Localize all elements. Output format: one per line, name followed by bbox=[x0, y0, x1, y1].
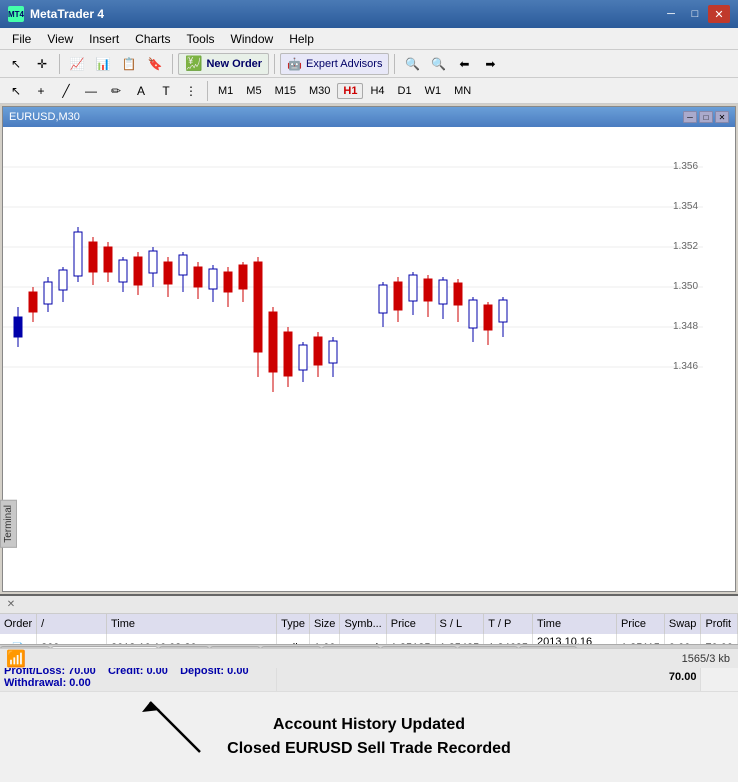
app-title: MetaTrader 4 bbox=[30, 7, 104, 21]
col-tp[interactable]: T / P bbox=[484, 614, 533, 634]
svg-text:1.350: 1.350 bbox=[673, 281, 698, 292]
period-m5[interactable]: M5 bbox=[240, 83, 267, 99]
period-d1[interactable]: D1 bbox=[392, 83, 418, 99]
expert-advisors-button[interactable]: 🤖 Expert Advisors bbox=[280, 53, 389, 75]
period-h4[interactable]: H4 bbox=[364, 83, 390, 99]
terminal-close-button[interactable]: ✕ bbox=[4, 598, 18, 612]
close-button[interactable]: ✕ bbox=[708, 5, 730, 23]
zoom-in-icon[interactable]: 🔍 bbox=[400, 53, 424, 75]
svg-text:1.346: 1.346 bbox=[673, 361, 698, 372]
col-profit[interactable]: Profit bbox=[701, 614, 738, 634]
candlestick-chart: 1.356 1.354 1.352 1.350 1.348 1.346 bbox=[3, 127, 703, 395]
col-size[interactable]: Size bbox=[310, 614, 340, 634]
menu-tools[interactable]: Tools bbox=[179, 30, 223, 48]
period-m15[interactable]: M15 bbox=[269, 83, 302, 99]
menu-file[interactable]: File bbox=[4, 30, 39, 48]
chart-symbol: EURUSD,M30 bbox=[9, 111, 80, 123]
col-symbol[interactable]: Symb... bbox=[340, 614, 386, 634]
menu-view[interactable]: View bbox=[39, 30, 81, 48]
draw-toolbar: ↖ + ╱ — ✏ A T ⋮ M1 M5 M15 M30 H1 H4 D1 W… bbox=[0, 78, 738, 104]
chart-minimize-button[interactable]: ─ bbox=[683, 111, 697, 123]
status-indicator: 📶 bbox=[0, 649, 32, 669]
chart-inner-titlebar: EURUSD,M30 ─ □ ✕ bbox=[3, 107, 735, 127]
draw-fib-icon[interactable]: ⋮ bbox=[179, 80, 203, 102]
svg-text:1.356: 1.356 bbox=[673, 161, 698, 172]
new-order-button[interactable]: 💹 New Order bbox=[178, 53, 269, 75]
period-mn[interactable]: MN bbox=[448, 83, 477, 99]
status-bar: 📶 1565/3 kb bbox=[0, 648, 738, 668]
col-close-time[interactable]: Time bbox=[533, 614, 617, 634]
col-type[interactable]: Type bbox=[277, 614, 310, 634]
terminal-header: ✕ bbox=[0, 596, 738, 614]
col-order[interactable]: Order bbox=[0, 614, 37, 634]
status-memory: 1565/3 kb bbox=[682, 653, 730, 665]
draw-hline-icon[interactable]: — bbox=[79, 80, 103, 102]
col-swap[interactable]: Swap bbox=[664, 614, 701, 634]
toolbar-sep-4 bbox=[394, 54, 395, 74]
svg-text:1.352: 1.352 bbox=[673, 241, 698, 252]
col-sl[interactable]: S / L bbox=[435, 614, 484, 634]
chart-close-button[interactable]: ✕ bbox=[715, 111, 729, 123]
draw-arrow-icon[interactable]: ↖ bbox=[4, 80, 28, 102]
toolbar-period-sep[interactable]: 📋 bbox=[117, 53, 141, 75]
col-price[interactable]: Price bbox=[386, 614, 435, 634]
period-h1[interactable]: H1 bbox=[337, 83, 363, 99]
menu-charts[interactable]: Charts bbox=[127, 30, 178, 48]
draw-line-icon[interactable]: ╱ bbox=[54, 80, 78, 102]
draw-brush-icon[interactable]: ✏ bbox=[104, 80, 128, 102]
col-sort[interactable]: / bbox=[37, 614, 107, 634]
period-w1[interactable]: W1 bbox=[419, 83, 448, 99]
minimize-button[interactable]: ─ bbox=[660, 5, 682, 23]
col-time[interactable]: Time bbox=[106, 614, 276, 634]
toolbar-sep-2 bbox=[172, 54, 173, 74]
toolbar-arrow[interactable]: ↖ bbox=[4, 53, 28, 75]
terminal-side-label[interactable]: Terminal bbox=[0, 500, 17, 548]
period-m1[interactable]: M1 bbox=[212, 83, 239, 99]
draw-sep-1 bbox=[207, 81, 208, 101]
toolbar-new-chart[interactable]: 📈 bbox=[65, 53, 89, 75]
toolbar-crosshair[interactable]: ✛ bbox=[30, 53, 54, 75]
main-toolbar: ↖ ✛ 📈 📊 📋 🔖 💹 New Order 🤖 Expert Advisor… bbox=[0, 50, 738, 78]
svg-text:1.354: 1.354 bbox=[673, 201, 698, 212]
menu-help[interactable]: Help bbox=[281, 30, 322, 48]
toolbar-indicators[interactable]: 📊 bbox=[91, 53, 115, 75]
period-m30[interactable]: M30 bbox=[303, 83, 336, 99]
draw-text-icon[interactable]: A bbox=[129, 80, 153, 102]
draw-crosshair-icon[interactable]: + bbox=[29, 80, 53, 102]
menu-bar: File View Insert Charts Tools Window Hel… bbox=[0, 28, 738, 50]
draw-label-icon[interactable]: T bbox=[154, 80, 178, 102]
zoom-out-icon[interactable]: 🔍 bbox=[426, 53, 450, 75]
app-icon: MT4 bbox=[8, 6, 24, 22]
toolbar-sep-3 bbox=[274, 54, 275, 74]
title-bar: MT4 MetaTrader 4 ─ □ ✕ bbox=[0, 0, 738, 28]
toolbar-sep-1 bbox=[59, 54, 60, 74]
status-bar-left: 📶 bbox=[0, 649, 32, 669]
scroll-right-icon[interactable]: ➡ bbox=[478, 53, 502, 75]
scroll-left-icon[interactable]: ⬅ bbox=[452, 53, 476, 75]
maximize-button[interactable]: □ bbox=[684, 5, 706, 23]
menu-window[interactable]: Window bbox=[223, 30, 282, 48]
chart-maximize-button[interactable]: □ bbox=[699, 111, 713, 123]
svg-text:1.348: 1.348 bbox=[673, 321, 698, 332]
menu-insert[interactable]: Insert bbox=[81, 30, 127, 48]
toolbar-tpl[interactable]: 🔖 bbox=[143, 53, 167, 75]
annotation-text: Account History Updated Closed EURUSD Se… bbox=[227, 713, 511, 761]
col-close-price[interactable]: Price bbox=[616, 614, 664, 634]
